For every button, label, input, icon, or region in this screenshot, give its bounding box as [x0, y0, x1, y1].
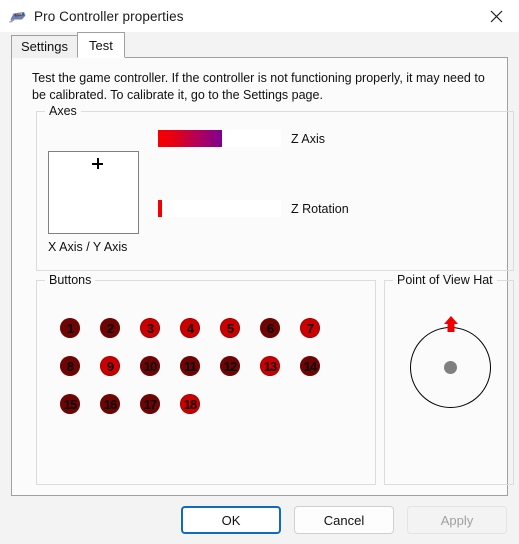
group-pov-title: Point of View Hat [393, 273, 497, 287]
button-number-label: 6 [266, 320, 274, 336]
button-indicator-dot: 3 [140, 318, 160, 338]
pov-hat-display [385, 303, 515, 473]
button-number-label: 11 [184, 358, 197, 374]
group-point-of-view-hat: Point of View Hat [384, 273, 515, 485]
button-number-label: 8 [66, 358, 74, 374]
z-axis-bar-fill [158, 130, 222, 147]
button-indicator-dot: 17 [140, 394, 160, 414]
page-description: Test the game controller. If the control… [32, 71, 485, 102]
button-indicator-dot: 14 [300, 356, 320, 376]
group-axes-title: Axes [45, 104, 81, 118]
controller-button: 3 [130, 309, 170, 347]
controller-button: 14 [290, 347, 330, 385]
button-indicator-dot: 18 [180, 394, 200, 414]
button-indicator-dot: 10 [140, 356, 160, 376]
controller-button: 13 [250, 347, 290, 385]
controller-button: 4 [170, 309, 210, 347]
button-number-label: 4 [186, 320, 194, 336]
apply-button: Apply [407, 506, 507, 534]
button-indicator-dot: 4 [180, 318, 200, 338]
button-number-label: 12 [223, 358, 238, 374]
button-number-label: 5 [226, 320, 234, 336]
controller-button: 15 [50, 385, 90, 423]
group-buttons: Buttons 1 2 3 4 5 6 7 8 9 10 11 12 13 14 15 16 17 18 [36, 273, 376, 485]
button-indicator-dot: 13 [260, 356, 280, 376]
tab-strip: Settings Test [0, 32, 519, 58]
button-number-label: 18 [183, 396, 198, 412]
xy-axis-label: X Axis / Y Axis [48, 240, 128, 254]
cancel-button[interactable]: Cancel [294, 506, 394, 534]
controller-button: 2 [90, 309, 130, 347]
close-button[interactable] [474, 0, 519, 32]
crosshair-icon [92, 158, 103, 169]
controller-button: 9 [90, 347, 130, 385]
z-axis-bar [158, 130, 281, 147]
button-number-label: 3 [146, 320, 154, 336]
ok-button[interactable]: OK [181, 506, 281, 534]
controller-button: 1 [50, 309, 90, 347]
group-axes: Axes X Axis / Y Axis Z Axis Z Rotation [36, 104, 514, 271]
button-indicator-dot: 5 [220, 318, 240, 338]
title-bar: Pro Controller properties [0, 0, 519, 32]
xy-axis-display[interactable] [48, 151, 139, 234]
controller-button: 16 [90, 385, 130, 423]
button-indicator-dot: 8 [60, 356, 80, 376]
button-number-label: 15 [63, 396, 78, 412]
button-number-label: 14 [303, 358, 318, 374]
group-buttons-title: Buttons [45, 273, 96, 287]
button-number-label: 10 [143, 358, 158, 374]
controller-button: 5 [210, 309, 250, 347]
z-axis-label: Z Axis [291, 132, 326, 146]
button-indicator-dot: 7 [300, 318, 320, 338]
button-number-label: 16 [103, 396, 118, 412]
controller-button-grid: 1 2 3 4 5 6 7 8 9 10 11 12 13 14 15 16 17 18 [50, 309, 360, 423]
button-number-label: 9 [106, 358, 114, 374]
close-icon [490, 10, 503, 22]
controller-button: 18 [170, 385, 210, 423]
z-rotation-label: Z Rotation [291, 202, 349, 216]
controller-button: 6 [250, 309, 290, 347]
controller-button: 8 [50, 347, 90, 385]
dialog-footer: OK Cancel Apply [0, 496, 519, 544]
controller-button: 10 [130, 347, 170, 385]
properties-dialog: Pro Controller properties Settings Test … [0, 0, 519, 544]
button-number-label: 1 [66, 320, 74, 336]
button-number-label: 7 [306, 320, 314, 336]
button-indicator-dot: 11 [180, 356, 200, 376]
button-indicator-dot: 9 [100, 356, 120, 376]
window-title: Pro Controller properties [34, 8, 184, 24]
button-number-label: 2 [106, 320, 114, 336]
button-number-label: 17 [143, 396, 158, 412]
arrow-up-icon [443, 316, 459, 333]
controller-button: 7 [290, 309, 330, 347]
controller-button: 17 [130, 385, 170, 423]
controller-button: 11 [170, 347, 210, 385]
tab-settings[interactable]: Settings [11, 35, 78, 58]
gamepad-icon [9, 12, 26, 23]
button-indicator-dot: 6 [260, 318, 280, 338]
button-indicator-dot: 1 [60, 318, 80, 338]
button-indicator-dot: 15 [60, 394, 80, 414]
z-rotation-bar-fill [158, 200, 162, 217]
hat-center-dot [444, 361, 457, 374]
tab-test[interactable]: Test [76, 32, 125, 58]
button-indicator-dot: 2 [100, 318, 120, 338]
button-indicator-dot: 12 [220, 356, 240, 376]
button-indicator-dot: 16 [100, 394, 120, 414]
controller-button: 12 [210, 347, 250, 385]
z-rotation-bar [158, 200, 281, 217]
tab-page-test: Test the game controller. If the control… [11, 58, 514, 496]
button-number-label: 13 [263, 358, 278, 374]
